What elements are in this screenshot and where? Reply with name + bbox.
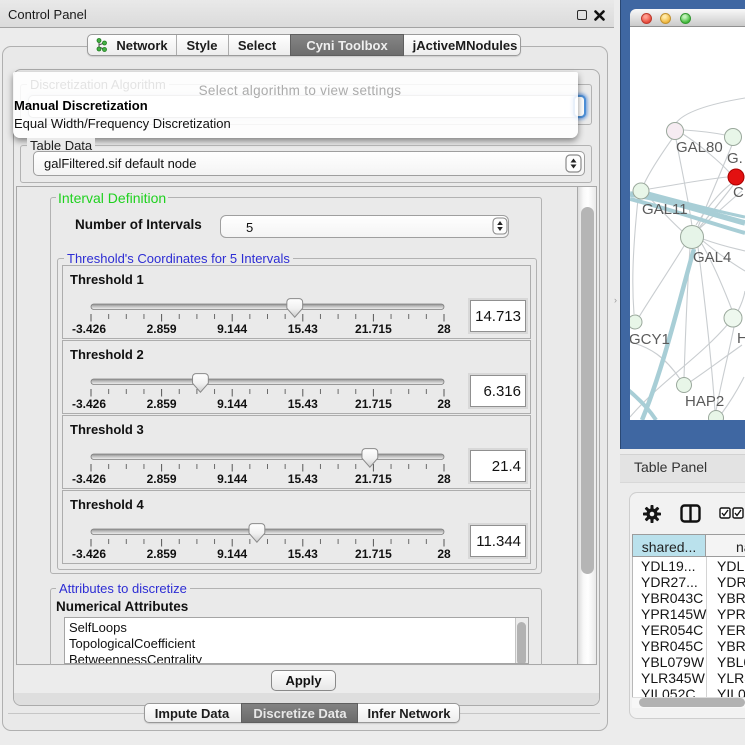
svg-text:2.859: 2.859 <box>147 397 177 411</box>
svg-text:21.715: 21.715 <box>355 547 392 561</box>
svg-text:HAP2: HAP2 <box>685 393 724 410</box>
svg-text:28: 28 <box>437 472 451 486</box>
svg-text:-3.426: -3.426 <box>72 397 106 411</box>
svg-text:21.715: 21.715 <box>355 397 392 411</box>
svg-text:15.43: 15.43 <box>288 397 318 411</box>
svg-text:2.859: 2.859 <box>147 547 177 561</box>
svg-text:H: H <box>737 330 745 347</box>
svg-text:15.43: 15.43 <box>288 322 318 336</box>
svg-text:9.144: 9.144 <box>217 397 247 411</box>
svg-text:GCY1: GCY1 <box>630 331 670 348</box>
svg-text:9.144: 9.144 <box>217 322 247 336</box>
svg-text:C: C <box>733 184 744 201</box>
svg-text:-3.426: -3.426 <box>72 472 106 486</box>
svg-text:21.715: 21.715 <box>355 472 392 486</box>
svg-text:GAL80: GAL80 <box>676 139 723 156</box>
svg-text:28: 28 <box>437 397 451 411</box>
svg-text:2.859: 2.859 <box>147 472 177 486</box>
svg-text:GAL11: GAL11 <box>642 201 688 218</box>
svg-text:15.43: 15.43 <box>288 472 318 486</box>
svg-text:9.144: 9.144 <box>217 472 247 486</box>
svg-text:2.859: 2.859 <box>147 322 177 336</box>
svg-text:9.144: 9.144 <box>217 547 247 561</box>
svg-text:-3.426: -3.426 <box>72 322 106 336</box>
svg-text:G.: G. <box>727 150 743 167</box>
svg-text:-3.426: -3.426 <box>72 547 106 561</box>
svg-text:GAL4: GAL4 <box>693 249 731 266</box>
svg-text:21.715: 21.715 <box>355 322 392 336</box>
svg-text:28: 28 <box>437 322 451 336</box>
svg-text:15.43: 15.43 <box>288 547 318 561</box>
svg-text:28: 28 <box>437 547 451 561</box>
